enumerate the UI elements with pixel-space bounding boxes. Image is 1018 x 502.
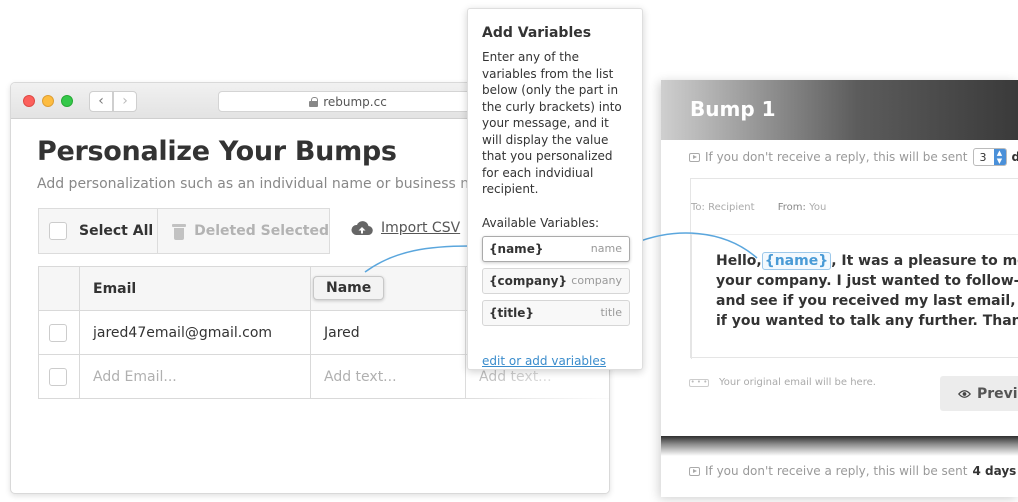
name-column-chip[interactable]: Name bbox=[313, 276, 385, 300]
reply-schedule-text: If you don't receive a reply, this will … bbox=[705, 150, 968, 164]
variable-code: {company} bbox=[489, 273, 567, 288]
name-variable-token[interactable]: {name} bbox=[761, 252, 832, 270]
popover-title: Add Variables bbox=[482, 25, 592, 41]
page-subtitle: Add personalization such as an individua… bbox=[37, 176, 500, 192]
column-header-email: Email bbox=[79, 267, 310, 310]
bump-header: Bump 1 bbox=[661, 80, 1018, 140]
delete-selected-label: Deleted Selected bbox=[194, 223, 329, 239]
url-text: rebump.cc bbox=[323, 94, 387, 109]
trash-icon bbox=[172, 223, 187, 240]
import-csv-button[interactable]: Import CSV bbox=[351, 220, 460, 236]
stepper-arrows-icon[interactable]: ▲ ▼ bbox=[993, 149, 1006, 165]
days-stepper[interactable]: 3 ▲ ▼ bbox=[972, 148, 1007, 166]
reply-icon bbox=[689, 152, 700, 162]
original-email-note: • • • Your original email will be here. bbox=[689, 377, 876, 388]
new-row-check-cell bbox=[38, 355, 79, 398]
eye-icon bbox=[958, 389, 971, 398]
minimize-window-button[interactable] bbox=[42, 95, 54, 107]
lock-icon bbox=[309, 96, 319, 107]
back-button[interactable]: ‹ bbox=[89, 91, 113, 112]
email-cell[interactable]: jared47email@gmail.com bbox=[79, 311, 310, 354]
dots-icon[interactable]: • • • bbox=[689, 378, 709, 387]
from-label: From: bbox=[777, 202, 806, 213]
email-body[interactable]: Hello,{name}, It was a pleasure to meet … bbox=[716, 251, 1018, 331]
to-label: To: Recipient bbox=[691, 202, 755, 213]
select-all-button[interactable]: Select All bbox=[39, 209, 159, 253]
add-email-input[interactable]: Add Email... bbox=[79, 355, 310, 398]
import-csv-label: Import CSV bbox=[381, 220, 461, 236]
next-bump-schedule: If you don't receive a reply, this will … bbox=[689, 464, 1018, 478]
variable-key: company bbox=[571, 274, 622, 287]
email-body-box[interactable]: Hello,{name}, It was a pleasure to meet … bbox=[691, 234, 1018, 359]
days-value: 3 bbox=[979, 150, 987, 164]
email-composer: To: Recipient From: You Hello, {name}, It… bbox=[690, 178, 1018, 359]
bump-title: Bump 1 bbox=[690, 97, 776, 121]
close-window-button[interactable] bbox=[23, 95, 35, 107]
page-title: Personalize Your Bumps bbox=[37, 136, 397, 167]
reply-schedule: If you don't receive a reply, this will … bbox=[689, 148, 1018, 166]
variable-item-name[interactable]: {name} name bbox=[482, 235, 630, 262]
days-label: days bbox=[1011, 150, 1018, 164]
delete-selected-button[interactable]: Deleted Selected bbox=[158, 209, 329, 253]
add-name-input[interactable]: Add text... bbox=[310, 355, 465, 398]
variable-code: {name} bbox=[489, 241, 544, 256]
available-variables-label: Available Variables: bbox=[482, 215, 600, 230]
variable-key: title bbox=[600, 306, 622, 319]
next-bump-prefix: If you don't receive a reply, this will … bbox=[705, 464, 968, 478]
variable-key: name bbox=[590, 242, 622, 255]
variable-item-title[interactable]: {title} title bbox=[482, 299, 630, 326]
from-value: You bbox=[809, 202, 827, 213]
reply-icon bbox=[689, 466, 700, 476]
new-row-checkbox[interactable] bbox=[49, 367, 67, 386]
add-variables-popover: Add Variables Enter any of the variables… bbox=[467, 8, 643, 370]
body-line-4: if you wanted to talk any further. Thank… bbox=[716, 313, 1018, 329]
original-email-text: Your original email will be here. bbox=[719, 377, 876, 388]
cloud-upload-icon bbox=[351, 220, 373, 235]
variable-code: {title} bbox=[489, 305, 534, 320]
bulk-actions-toolbar: Select All Deleted Selected bbox=[38, 208, 330, 254]
select-all-label: Select All bbox=[79, 223, 154, 239]
body-line-1: , It was a pleasure to meet you at bbox=[831, 253, 1018, 269]
bump-card: Bump 1 If you don't receive a reply, thi… bbox=[661, 80, 1018, 497]
preview-label: Preview bbox=[976, 385, 1018, 402]
variable-item-company[interactable]: {company} company bbox=[482, 267, 630, 294]
maximize-window-button[interactable] bbox=[61, 95, 73, 107]
select-all-checkbox[interactable] bbox=[49, 222, 67, 240]
row-checkbox[interactable] bbox=[49, 323, 67, 342]
body-line-3: and see if you received my last email, a… bbox=[716, 293, 1018, 309]
bump-divider bbox=[661, 436, 1018, 456]
email-meta: To: Recipient From: You bbox=[691, 202, 826, 213]
body-line-2: your company. I just wanted to follow-up… bbox=[716, 273, 1018, 289]
name-cell[interactable]: Jared bbox=[310, 311, 465, 354]
row-check-cell bbox=[38, 311, 79, 354]
popover-description: Enter any of the variables from the list… bbox=[482, 50, 622, 196]
forward-button[interactable]: › bbox=[113, 91, 137, 112]
header-check-cell bbox=[38, 267, 79, 310]
edit-variables-link[interactable]: edit or add variables bbox=[482, 354, 606, 368]
next-bump-days: 4 days bbox=[972, 464, 1017, 478]
preview-button[interactable]: Preview bbox=[940, 376, 1018, 411]
address-bar[interactable]: rebump.cc bbox=[218, 91, 478, 112]
greeting-text: Hello, bbox=[716, 253, 762, 269]
